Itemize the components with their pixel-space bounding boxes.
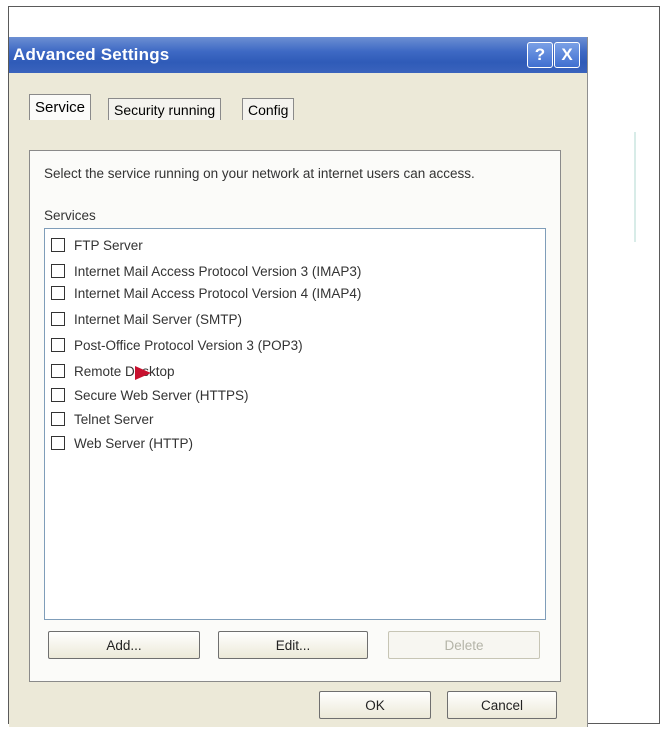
- title-bar[interactable]: Advanced Settings ? X: [9, 37, 587, 73]
- service-tab-panel: Select the service running on your netwo…: [29, 150, 561, 682]
- service-label: Secure Web Server (HTTPS): [74, 387, 249, 403]
- edit-button[interactable]: Edit...: [218, 631, 368, 659]
- service-label: Web Server (HTTP): [74, 435, 194, 451]
- service-checkbox[interactable]: [51, 286, 65, 300]
- service-checkbox[interactable]: [51, 436, 65, 450]
- service-description: Select the service running on your netwo…: [44, 166, 475, 181]
- service-item[interactable]: Secure Web Server (HTTPS): [51, 385, 249, 405]
- help-button[interactable]: ?: [527, 42, 553, 68]
- add-button[interactable]: Add...: [48, 631, 200, 659]
- service-item[interactable]: Remote Desktop: [51, 361, 175, 381]
- service-checkbox[interactable]: [51, 388, 65, 402]
- service-label: Internet Mail Access Protocol Version 3 …: [74, 263, 362, 279]
- cancel-button[interactable]: Cancel: [447, 691, 557, 719]
- window-title: Advanced Settings: [13, 45, 170, 64]
- service-checkbox[interactable]: [51, 364, 65, 378]
- service-checkbox[interactable]: [51, 264, 65, 278]
- flag-cursor-icon: [135, 366, 151, 380]
- tab-service[interactable]: Service: [29, 94, 92, 120]
- services-list: FTP Server Internet Mail Access Protocol…: [44, 228, 546, 620]
- service-label: FTP Server: [74, 237, 143, 253]
- service-label: Post-Office Protocol Version 3 (POP3): [74, 337, 303, 353]
- service-label: Internet Mail Access Protocol Version 4 …: [74, 285, 362, 301]
- service-item[interactable]: Web Server (HTTP): [51, 433, 193, 453]
- service-item[interactable]: Post-Office Protocol Version 3 (POP3): [51, 335, 303, 355]
- service-item[interactable]: Telnet Server: [51, 409, 154, 429]
- close-button[interactable]: X: [554, 42, 580, 68]
- service-item[interactable]: FTP Server: [51, 235, 143, 255]
- service-label: Internet Mail Server (SMTP): [74, 311, 243, 327]
- service-item[interactable]: Internet Mail Server (SMTP): [51, 309, 242, 329]
- tab-security-running[interactable]: Security running: [108, 98, 222, 120]
- service-item[interactable]: Internet Mail Access Protocol Version 4 …: [51, 283, 361, 303]
- service-label: Telnet Server: [74, 411, 154, 427]
- screenshot-frame: Advanced Settings ? X Service Security r…: [8, 6, 660, 727]
- service-checkbox[interactable]: [51, 412, 65, 426]
- service-checkbox[interactable]: [51, 338, 65, 352]
- service-label: Remote Desktop: [74, 363, 175, 379]
- tab-config[interactable]: Config: [242, 98, 295, 120]
- service-item[interactable]: Internet Mail Access Protocol Version 3 …: [51, 261, 361, 281]
- ok-button[interactable]: OK: [319, 691, 431, 719]
- advanced-settings-dialog: Advanced Settings ? X Service Security r…: [9, 37, 588, 727]
- service-checkbox[interactable]: [51, 312, 65, 326]
- delete-button[interactable]: Delete: [388, 631, 540, 659]
- service-checkbox[interactable]: [51, 238, 65, 252]
- services-label: Services: [44, 208, 96, 223]
- background-divider: [634, 132, 636, 242]
